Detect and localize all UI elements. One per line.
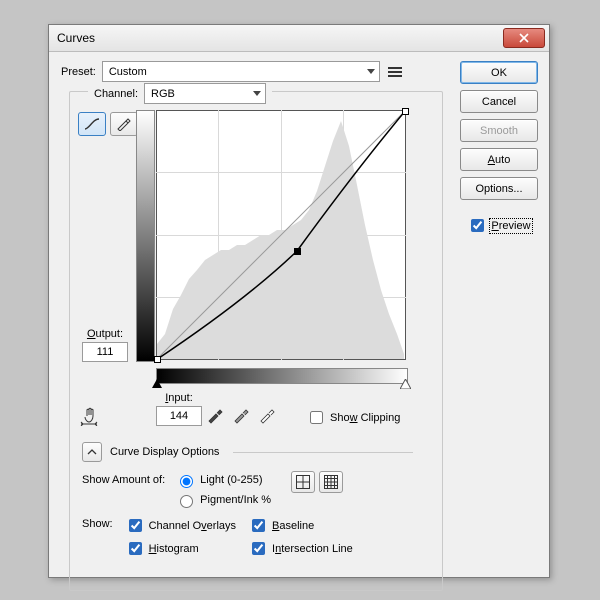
curve-chart[interactable]: [156, 110, 406, 360]
close-icon: [519, 33, 529, 43]
baseline-checkbox[interactable]: [252, 519, 265, 532]
pencil-icon: [116, 117, 132, 131]
baseline-label: Baseline: [272, 520, 314, 532]
right-button-column: OK Cancel Smooth Auto Options... Preview: [461, 61, 537, 235]
gray-eyedropper[interactable]: [232, 406, 250, 427]
output-gradient: [136, 110, 155, 362]
curves-dialog: Curves Preset: Custom OK Cancel Smooth A…: [48, 24, 550, 578]
pigment-radio[interactable]: [180, 495, 193, 508]
show-clipping-checkbox[interactable]: [310, 411, 323, 424]
main-group: Channel: RGB: [69, 91, 443, 591]
close-button[interactable]: [503, 28, 545, 48]
preview-row: Preview: [467, 216, 530, 235]
show-options-row: Show: Channel Overlays Histogram Baselin…: [82, 516, 353, 558]
eyedropper-icon: [206, 406, 224, 424]
show-clipping-label: Show Clipping: [330, 412, 400, 424]
collapse-toggle[interactable]: [82, 442, 102, 462]
histogram-checkbox[interactable]: [129, 542, 142, 555]
titlebar[interactable]: Curves: [49, 25, 549, 52]
black-eyedropper[interactable]: [206, 406, 224, 427]
curve-pencil-tool[interactable]: [110, 112, 138, 136]
show-amount-label: Show Amount of:: [82, 474, 165, 486]
dialog-title: Curves: [57, 31, 95, 45]
preview-checkbox[interactable]: [471, 219, 484, 232]
grid-coarse-toggle[interactable]: [291, 471, 315, 493]
ok-button[interactable]: OK: [460, 61, 538, 84]
black-point-marker[interactable]: [152, 379, 162, 388]
divider: [233, 452, 413, 453]
show-col1: Channel Overlays Histogram: [125, 516, 236, 558]
light-radio-row[interactable]: Light (0-255): [175, 472, 271, 488]
tone-curve: [156, 110, 406, 360]
grid-fine-toggle[interactable]: [319, 471, 343, 493]
output-label: Output:: [76, 328, 134, 340]
dialog-body: Preset: Custom OK Cancel Smooth Auto Opt…: [49, 51, 549, 577]
hand-scrubby-icon: [80, 404, 102, 426]
light-radio[interactable]: [180, 475, 193, 488]
channel-overlays-row[interactable]: Channel Overlays: [125, 516, 236, 535]
histogram-row[interactable]: Histogram: [125, 539, 236, 558]
curve-point-shadow[interactable]: [154, 356, 161, 363]
channel-row: Channel: RGB: [88, 83, 272, 104]
chevron-up-icon: [87, 447, 97, 457]
intersection-row[interactable]: Intersection Line: [248, 539, 353, 558]
channel-select[interactable]: RGB: [144, 83, 266, 104]
preset-label: Preset:: [61, 66, 96, 78]
cancel-button[interactable]: Cancel: [460, 90, 538, 113]
pigment-label: Pigment/Ink %: [200, 494, 271, 506]
triangle-open-icon: [400, 379, 411, 389]
channel-value: RGB: [151, 88, 175, 100]
eyedropper-icon: [232, 406, 250, 424]
input-gradient: [156, 368, 408, 384]
channel-label: Channel:: [94, 88, 138, 100]
show-clipping-row: Show Clipping: [306, 408, 400, 427]
histogram-label: Histogram: [149, 543, 199, 555]
light-label: Light (0-255): [200, 474, 262, 486]
grid-fine-icon: [324, 475, 338, 489]
auto-button[interactable]: Auto: [460, 148, 538, 171]
input-label: Input:: [134, 392, 224, 404]
white-point-marker[interactable]: [400, 379, 411, 392]
eyedroppers: [206, 406, 276, 427]
baseline-row[interactable]: Baseline: [248, 516, 353, 535]
targeted-adjust-tool[interactable]: [80, 404, 102, 426]
output-area: Output: 111: [76, 328, 134, 362]
show-amount-options: Light (0-255) Pigment/Ink %: [175, 472, 271, 508]
intersection-label: Intersection Line: [272, 543, 353, 555]
show-col2: Baseline Intersection Line: [248, 516, 353, 558]
grid-coarse-icon: [296, 475, 310, 489]
curve-point-highlight[interactable]: [402, 108, 409, 115]
preset-value: Custom: [109, 66, 147, 78]
curve-icon: [84, 117, 100, 131]
curve-point-tool[interactable]: [78, 112, 106, 136]
pigment-radio-row[interactable]: Pigment/Ink %: [175, 492, 271, 508]
show-label: Show:: [82, 518, 113, 530]
options-button[interactable]: Options...: [460, 177, 538, 200]
channel-overlays-label: Channel Overlays: [149, 520, 236, 532]
curve-display-label: Curve Display Options: [110, 446, 219, 458]
eyedropper-icon: [258, 406, 276, 424]
output-field[interactable]: 111: [82, 342, 128, 362]
preview-label: Preview: [491, 220, 530, 232]
smooth-button[interactable]: Smooth: [460, 119, 538, 142]
curve-display-row: Curve Display Options: [82, 442, 413, 462]
show-amount-row: Show Amount of: Light (0-255) Pigment/In…: [82, 472, 343, 508]
curve-tools: [78, 112, 138, 136]
channel-overlays-checkbox[interactable]: [129, 519, 142, 532]
grid-size-toggles: [291, 471, 343, 493]
input-field[interactable]: 144: [156, 406, 202, 426]
preset-menu-icon[interactable]: [388, 65, 402, 79]
white-eyedropper[interactable]: [258, 406, 276, 427]
intersection-checkbox[interactable]: [252, 542, 265, 555]
curve-point-active[interactable]: [294, 248, 301, 255]
preset-select[interactable]: Custom: [102, 61, 380, 82]
